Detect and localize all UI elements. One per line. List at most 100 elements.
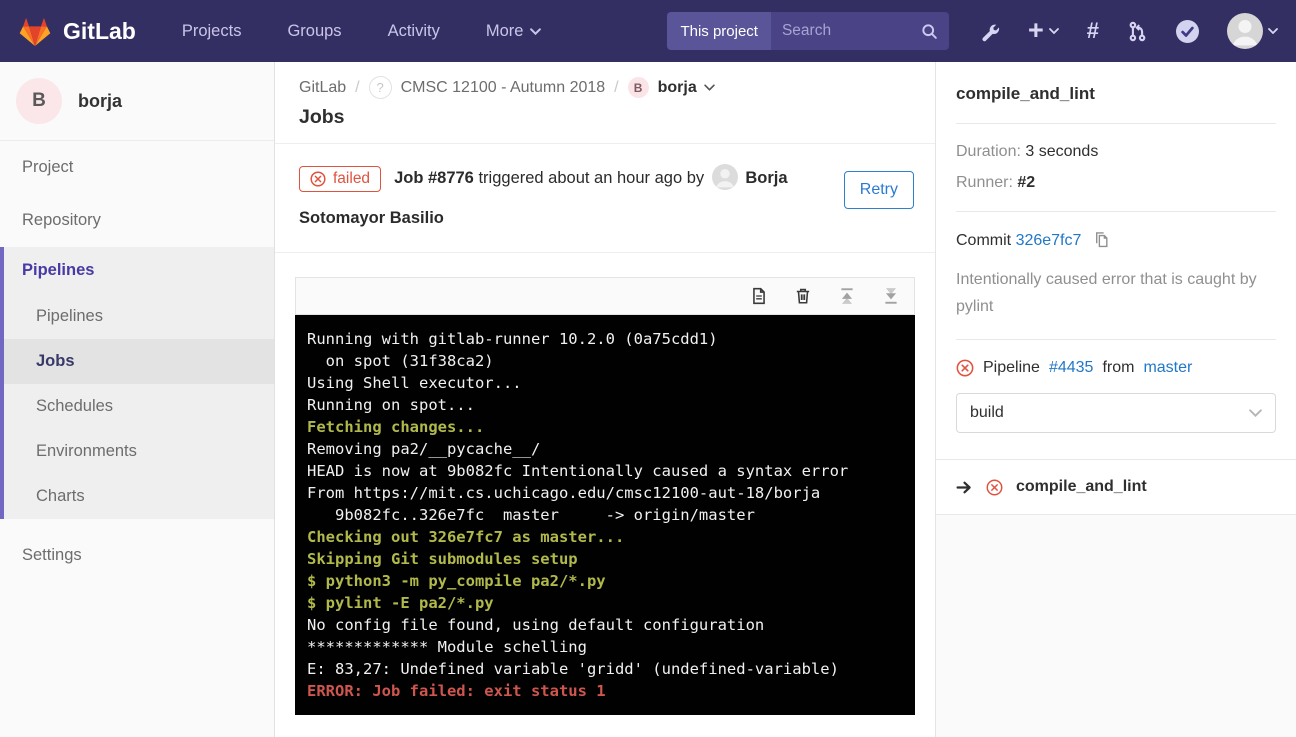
divider — [956, 339, 1276, 340]
job-name-title: compile_and_lint — [956, 84, 1276, 104]
nav-more[interactable]: More — [486, 22, 542, 41]
nav-activity[interactable]: Activity — [388, 22, 440, 41]
pipeline-row: Pipeline #4435 from master — [956, 359, 1276, 377]
log-line: HEAD is now at 9b082fc Intentionally cau… — [307, 460, 903, 482]
breadcrumb: GitLab / ? CMSC 12100 - Autumn 2018 / B … — [299, 76, 911, 99]
todos-check-icon[interactable] — [1176, 20, 1199, 43]
plus-menu[interactable]: + — [1028, 20, 1059, 42]
commit-row: Commit 326e7fc7 — [956, 231, 1276, 253]
log-line: Removing pa2/__pycache__/ — [307, 438, 903, 460]
avatar — [1227, 13, 1263, 49]
log-line: 9b082fc..326e7fc master -> origin/master — [307, 504, 903, 526]
search-scope-button[interactable]: This project — [667, 12, 771, 50]
duration-value: 3 seconds — [1025, 143, 1098, 160]
retry-button[interactable]: Retry — [844, 171, 914, 209]
log-line: ERROR: Job failed: exit status 1 — [307, 680, 903, 702]
log-terminal: Running with gitlab-runner 10.2.0 (0a75c… — [295, 315, 915, 715]
duration-label: Duration: — [956, 143, 1021, 160]
sidebar-section-pipelines: Pipelines Pipelines Jobs Schedules Envir… — [0, 247, 274, 519]
search-field[interactable] — [771, 12, 949, 50]
raw-log-icon[interactable] — [750, 287, 768, 305]
project-avatar: B — [16, 78, 62, 124]
failed-status-icon — [986, 479, 1003, 496]
hash-icon[interactable]: # — [1087, 20, 1099, 42]
main-content: GitLab / ? CMSC 12100 - Autumn 2018 / B … — [275, 62, 935, 737]
sidebar-subitem-jobs[interactable]: Jobs — [4, 339, 274, 384]
scroll-top-icon[interactable] — [838, 287, 856, 305]
gitlab-logo[interactable]: GitLab — [18, 15, 136, 48]
navbar-icon-group: + # — [979, 13, 1278, 49]
top-navbar: GitLab Projects Groups Activity More Thi… — [0, 0, 1296, 62]
pipeline-job-item[interactable]: compile_and_lint — [936, 459, 1296, 515]
sidebar-subitem-charts[interactable]: Charts — [4, 474, 274, 519]
nav-projects[interactable]: Projects — [182, 22, 242, 41]
divider — [956, 123, 1276, 124]
commit-sha-link[interactable]: 326e7fc7 — [1016, 232, 1082, 249]
sidebar-item-settings[interactable]: Settings — [0, 529, 274, 582]
log-line: E: 83,27: Undefined variable 'gridd' (un… — [307, 658, 903, 680]
chevron-down-icon — [704, 84, 715, 91]
pipeline-branch-link[interactable]: master — [1143, 359, 1192, 377]
sidebar-item-project[interactable]: Project — [0, 141, 274, 194]
pipeline-id-link[interactable]: #4435 — [1049, 359, 1094, 377]
sidebar-subitem-pipelines[interactable]: Pipelines — [4, 294, 274, 339]
nav-more-label: More — [486, 22, 524, 41]
merge-request-icon[interactable] — [1127, 21, 1148, 42]
failed-status-icon — [956, 359, 974, 377]
left-sidebar: B borja Project Repository Pipelines Pip… — [0, 62, 275, 737]
job-header: failed Job #8776 triggered about an hour… — [275, 144, 935, 253]
log-line: $ pylint -E pa2/*.py — [307, 592, 903, 614]
logo-text: GitLab — [63, 18, 136, 45]
copy-icon[interactable] — [1093, 231, 1110, 253]
status-badge-label: failed — [333, 170, 370, 188]
project-context[interactable]: B borja — [0, 62, 274, 141]
erase-log-icon[interactable] — [794, 287, 812, 305]
runner-row: Runner: #2 — [956, 174, 1276, 192]
search-icon[interactable] — [921, 23, 938, 40]
chevron-down-icon — [530, 28, 541, 35]
divider — [956, 211, 1276, 212]
project-name: borja — [78, 91, 122, 112]
wrench-icon[interactable] — [979, 21, 1000, 42]
sidebar-item-repository[interactable]: Repository — [0, 194, 274, 247]
log-line: Running on spot... — [307, 394, 903, 416]
pipeline-label: Pipeline — [983, 359, 1040, 377]
gitlab-tanuki-icon — [18, 15, 52, 48]
search-input[interactable] — [782, 22, 921, 40]
sidebar-subitem-schedules[interactable]: Schedules — [4, 384, 274, 429]
status-badge: failed — [299, 166, 381, 192]
nav-groups[interactable]: Groups — [287, 22, 341, 41]
breadcrumb-block: GitLab / ? CMSC 12100 - Autumn 2018 / B … — [275, 62, 935, 144]
log-line: Skipping Git submodules setup — [307, 548, 903, 570]
job-log: Running with gitlab-runner 10.2.0 (0a75c… — [295, 277, 915, 715]
pipeline-job-name: compile_and_lint — [1016, 478, 1147, 496]
log-line: ************* Module schelling — [307, 636, 903, 658]
commit-message: Intentionally caused error that is caugh… — [956, 266, 1276, 320]
stage-dropdown[interactable]: build — [956, 393, 1276, 433]
breadcrumb-project-dropdown[interactable]: borja — [658, 79, 715, 97]
current-job-arrow-icon — [956, 479, 973, 496]
breadcrumb-separator: / — [614, 79, 618, 97]
breadcrumb-root[interactable]: GitLab — [299, 79, 346, 97]
breadcrumb-separator: / — [355, 79, 359, 97]
user-menu[interactable] — [1227, 13, 1278, 49]
pipeline-from-label: from — [1102, 359, 1134, 377]
primary-nav: Projects Groups Activity More — [182, 22, 542, 41]
job-details-sidebar: compile_and_lint Duration: 3 seconds Run… — [935, 62, 1296, 737]
search-bar: This project — [667, 12, 949, 50]
sidebar-subitem-environments[interactable]: Environments — [4, 429, 274, 474]
sidebar-item-pipelines[interactable]: Pipelines — [4, 247, 274, 294]
log-line: on spot (31f38ca2) — [307, 350, 903, 372]
commit-label: Commit — [956, 232, 1011, 249]
runner-value: #2 — [1017, 174, 1035, 191]
log-line: Checking out 326e7fc7 as master... — [307, 526, 903, 548]
group-avatar-icon: ? — [369, 76, 392, 99]
breadcrumb-project-label: borja — [658, 79, 697, 97]
breadcrumb-group[interactable]: CMSC 12100 - Autumn 2018 — [401, 79, 606, 97]
log-toolbar — [295, 277, 915, 315]
sidebar-filler — [936, 515, 1296, 737]
plus-icon: + — [1028, 20, 1044, 42]
runner-label: Runner: — [956, 174, 1013, 191]
user-avatar[interactable] — [712, 164, 738, 190]
scroll-bottom-icon[interactable] — [882, 287, 900, 305]
